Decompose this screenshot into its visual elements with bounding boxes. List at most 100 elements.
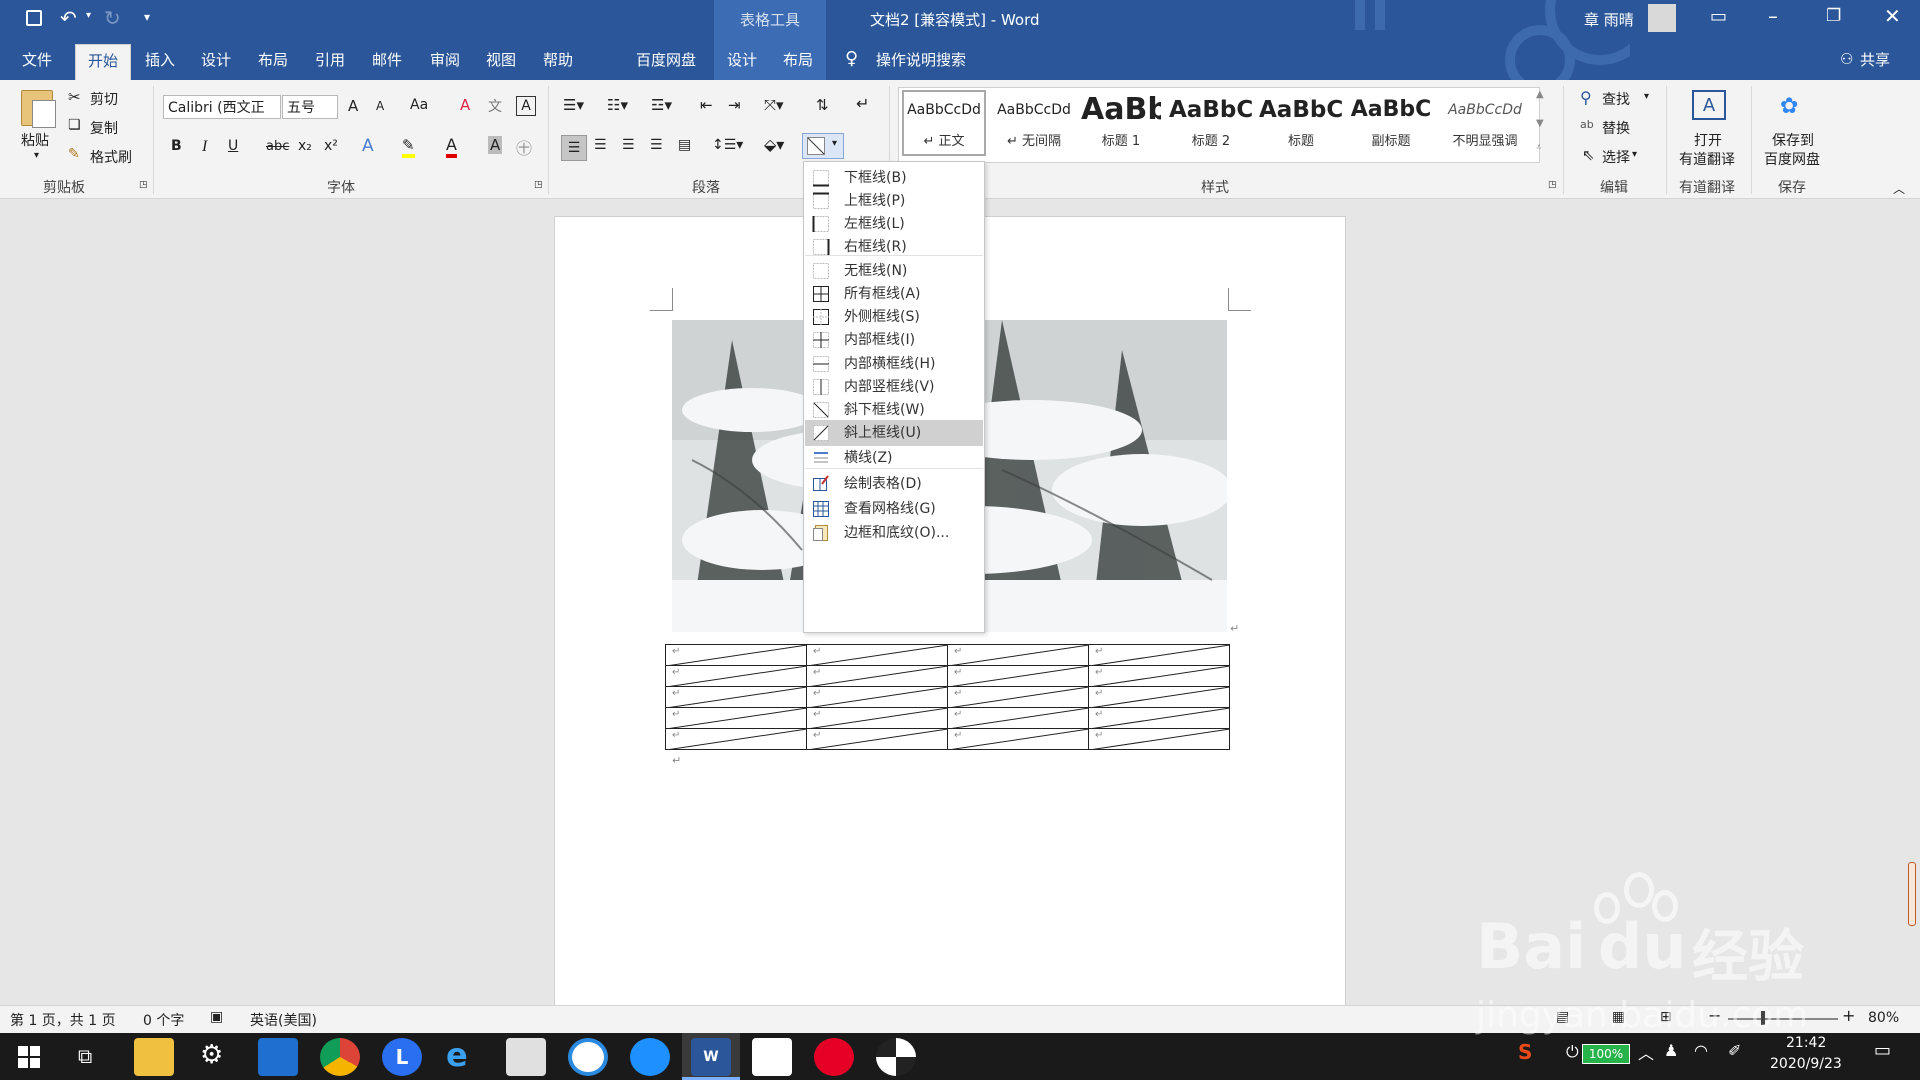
- select-icon[interactable]: ⇖: [1582, 146, 1595, 164]
- table-cell[interactable]: ↵: [806, 707, 948, 729]
- table-cell[interactable]: ↵: [1088, 728, 1230, 750]
- document-table[interactable]: ↵ ↵ ↵ ↵ ↵ ↵ ↵ ↵ ↵ ↵ ↵ ↵ ↵ ↵ ↵ ↵ ↵ ↵ ↵ ↵: [665, 644, 1230, 750]
- styles-scroll-down-icon[interactable]: ▼: [1536, 118, 1544, 129]
- tab-design[interactable]: 设计: [201, 47, 231, 73]
- font-size-combo[interactable]: 五号: [282, 95, 338, 119]
- style-subtle-emphasis[interactable]: AaBbCcDd 不明显强调: [1439, 90, 1531, 158]
- menu-item-borders-shading[interactable]: 边框和底纹(O)...: [805, 520, 983, 546]
- align-center-icon[interactable]: ☰: [594, 137, 607, 153]
- baidu-netdisk-icon[interactable]: ✿: [1780, 94, 1798, 119]
- page-count-status[interactable]: 第 1 页，共 1 页: [10, 1010, 116, 1030]
- decrease-indent-icon[interactable]: ⇤: [700, 96, 713, 114]
- tell-me-search[interactable]: 操作说明搜索: [876, 47, 966, 73]
- styles-scroll-up-icon[interactable]: ▲: [1536, 89, 1544, 100]
- styles-more-icon[interactable]: ⩡: [1536, 142, 1542, 153]
- numbering-icon[interactable]: ☷▾: [607, 96, 628, 114]
- style-heading-1[interactable]: AaBb 标题 1: [1081, 90, 1161, 158]
- app-feather-icon[interactable]: [630, 1038, 670, 1076]
- table-cell[interactable]: ↵: [665, 728, 807, 750]
- clock-time[interactable]: 21:42: [1786, 1035, 1826, 1051]
- enclose-character-icon[interactable]: ㊉: [516, 135, 532, 159]
- clipboard-launcher-icon[interactable]: ◳: [139, 180, 148, 190]
- power-plug-icon[interactable]: ⏻: [1566, 1042, 1579, 1062]
- table-cell[interactable]: ↵: [947, 686, 1089, 708]
- style-no-spacing[interactable]: AaBbCcDd ↵ 无间隔: [991, 90, 1077, 158]
- table-cell[interactable]: ↵: [1088, 707, 1230, 729]
- menu-item-border-right[interactable]: 右框线(R): [805, 234, 983, 260]
- collapse-ribbon-icon[interactable]: ︿: [1893, 180, 1905, 197]
- change-case-button[interactable]: Aa: [410, 97, 428, 113]
- tab-references[interactable]: 引用: [315, 47, 345, 73]
- share-button[interactable]: 共享: [1860, 47, 1890, 73]
- minimize-icon[interactable]: –: [1768, 4, 1778, 28]
- table-cell[interactable]: ↵: [947, 644, 1089, 666]
- highlight-color-icon[interactable]: ✎: [402, 136, 415, 158]
- subscript-button[interactable]: x₂: [298, 138, 312, 154]
- word-count-status[interactable]: 0 个字: [143, 1010, 184, 1030]
- ribbon-display-options-icon[interactable]: ▭: [1710, 6, 1727, 27]
- asian-layout-icon[interactable]: ⤧▾: [764, 96, 784, 114]
- table-cell[interactable]: ↵: [1088, 686, 1230, 708]
- clock-date[interactable]: 2020/9/23: [1770, 1056, 1842, 1072]
- cut-icon[interactable]: ✂: [68, 88, 81, 106]
- table-cell[interactable]: ↵: [806, 644, 948, 666]
- baidu-netdisk-taskbar-icon[interactable]: [752, 1038, 792, 1076]
- proofing-icon[interactable]: ▣: [210, 1009, 223, 1025]
- netease-music-icon[interactable]: [814, 1038, 854, 1076]
- line-spacing-icon[interactable]: ↕☰▾: [712, 137, 743, 153]
- character-border-icon[interactable]: A: [516, 96, 536, 116]
- zoom-level[interactable]: 80%: [1868, 1010, 1899, 1026]
- tab-table-design[interactable]: 设计: [727, 47, 757, 73]
- strikethrough-button[interactable]: abc: [266, 139, 289, 154]
- save-to-baidu-line2[interactable]: 百度网盘: [1764, 149, 1820, 169]
- justify-icon[interactable]: ☰: [650, 137, 663, 153]
- superscript-button[interactable]: x²: [324, 138, 338, 154]
- save-icon[interactable]: [26, 10, 42, 26]
- styles-launcher-icon[interactable]: ◳: [1548, 180, 1557, 190]
- lightbulb-icon[interactable]: ♀: [845, 48, 858, 69]
- app-q-icon[interactable]: [568, 1038, 608, 1076]
- table-cell[interactable]: ↵: [665, 644, 807, 666]
- paste-button[interactable]: 粘贴: [21, 130, 49, 150]
- borders-dropdown-icon[interactable]: ▾: [832, 138, 837, 149]
- sogou-ime-icon[interactable]: S: [1518, 1040, 1532, 1064]
- font-color-icon[interactable]: A: [446, 135, 457, 158]
- notifications-icon[interactable]: ▭: [1874, 1040, 1891, 1061]
- youdao-translate-icon[interactable]: A: [1692, 90, 1726, 120]
- character-shading-icon[interactable]: A: [488, 136, 503, 154]
- table-cell[interactable]: ↵: [665, 686, 807, 708]
- cut-button[interactable]: 剪切: [90, 89, 118, 109]
- ie-icon[interactable]: e: [446, 1036, 468, 1074]
- distributed-icon[interactable]: ▤: [678, 137, 691, 153]
- style-subtitle[interactable]: AaBbC 副标题: [1349, 90, 1433, 158]
- bold-button[interactable]: B: [171, 138, 182, 154]
- borders-button[interactable]: ▾: [802, 133, 844, 159]
- replace-icon[interactable]: ab: [1580, 118, 1594, 131]
- tab-home[interactable]: 开始: [75, 44, 132, 81]
- table-cell[interactable]: ↵: [947, 665, 1089, 687]
- format-painter-icon[interactable]: ✎: [68, 146, 80, 162]
- zoom-in-icon[interactable]: +: [1842, 1006, 1855, 1025]
- tab-view[interactable]: 视图: [486, 47, 516, 73]
- tab-table-layout[interactable]: 布局: [783, 47, 813, 73]
- table-cell[interactable]: ↵: [1088, 665, 1230, 687]
- shrink-font-icon[interactable]: A: [376, 99, 384, 113]
- paste-dropdown-icon[interactable]: ▾: [34, 150, 39, 161]
- italic-button[interactable]: I: [202, 138, 207, 156]
- table-cell[interactable]: ↵: [806, 686, 948, 708]
- find-dropdown-icon[interactable]: ▾: [1644, 91, 1649, 102]
- task-view-icon[interactable]: ⧉: [78, 1044, 92, 1068]
- undo-dropdown-icon[interactable]: ▾: [86, 10, 91, 21]
- show-marks-icon[interactable]: ↵: [856, 94, 869, 113]
- multilevel-list-icon[interactable]: ☲▾: [651, 96, 672, 114]
- find-icon[interactable]: ⚲: [1580, 88, 1592, 107]
- find-button[interactable]: 查找: [1602, 89, 1630, 109]
- table-cell[interactable]: ↵: [665, 707, 807, 729]
- copy-icon[interactable]: ❏: [68, 117, 81, 133]
- tab-review[interactable]: 审阅: [430, 47, 460, 73]
- chrome-icon[interactable]: [320, 1038, 360, 1076]
- user-avatar[interactable]: [1648, 4, 1676, 32]
- font-launcher-icon[interactable]: ◳: [534, 180, 543, 190]
- align-left-icon[interactable]: ☰: [561, 135, 587, 161]
- table-cell[interactable]: ↵: [947, 707, 1089, 729]
